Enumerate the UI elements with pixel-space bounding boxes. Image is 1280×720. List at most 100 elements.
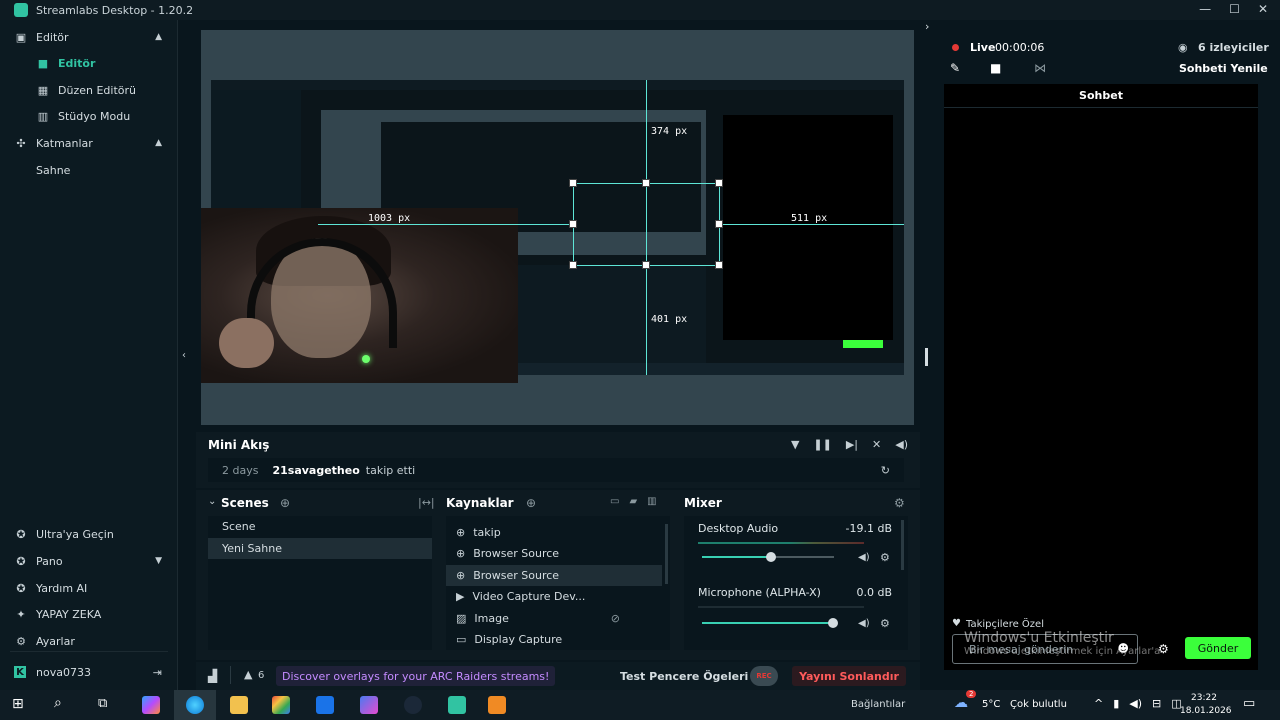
scene-item-selected[interactable]: Yeni Sahne bbox=[208, 538, 432, 559]
sidebar-item-editor[interactable]: ■ Editör bbox=[0, 50, 178, 76]
mixer-settings-icon[interactable]: ⚙ bbox=[894, 496, 905, 510]
clock-date[interactable]: 18.01.2026 bbox=[1180, 706, 1232, 716]
scene-transition-icon[interactable]: |↔| bbox=[418, 496, 435, 509]
outlook-icon[interactable] bbox=[316, 696, 334, 714]
source-item-selected[interactable]: ⊕ Browser Source bbox=[446, 565, 662, 586]
connections-label[interactable]: Bağlantılar bbox=[851, 699, 905, 710]
resize-handle[interactable] bbox=[642, 179, 650, 187]
edit-stream-icon[interactable]: ✎ bbox=[950, 61, 960, 75]
speaker-icon[interactable]: ◀) bbox=[858, 618, 870, 629]
alerts-icon[interactable]: ▲ bbox=[244, 668, 252, 681]
volume-slider-track[interactable] bbox=[772, 556, 834, 558]
copilot-icon[interactable] bbox=[142, 696, 160, 714]
source-item[interactable]: ⊕ takip bbox=[446, 522, 662, 543]
sidebar-user[interactable]: K nova0733 ⇥ bbox=[0, 659, 178, 685]
layers-section-header[interactable]: ✣ Katmanlar ▲ bbox=[0, 130, 178, 156]
volume-slider-knob[interactable] bbox=[828, 618, 838, 628]
add-group-icon[interactable]: ▭ bbox=[610, 496, 619, 507]
webcam-feed[interactable] bbox=[201, 208, 518, 383]
streamlabs-taskbar-icon[interactable] bbox=[448, 696, 466, 714]
steam-icon[interactable] bbox=[404, 696, 422, 714]
refresh-chat-button[interactable]: Sohbeti Yenile bbox=[1179, 62, 1268, 75]
close-icon[interactable]: ✕ bbox=[1258, 2, 1268, 16]
rec-button[interactable]: REC bbox=[750, 666, 778, 686]
weather-cloud-icon[interactable]: ☁ bbox=[954, 695, 968, 711]
mixer-channel-name: Desktop Audio bbox=[698, 522, 779, 535]
resize-handle[interactable] bbox=[569, 179, 577, 187]
repeat-icon[interactable]: ↻ bbox=[881, 464, 890, 477]
chevron-up-icon[interactable]: ▲ bbox=[155, 138, 162, 148]
camera-toggle-icon[interactable]: ■ bbox=[990, 61, 1001, 75]
sidebar-scene-item[interactable]: Sahne bbox=[0, 157, 178, 183]
resize-handle[interactable] bbox=[569, 220, 577, 228]
microsoft-store-icon[interactable] bbox=[272, 696, 290, 714]
volume-icon[interactable]: ◀) bbox=[895, 438, 908, 451]
expand-arrow-icon[interactable]: › bbox=[925, 20, 929, 33]
arc-raiders-icon[interactable] bbox=[488, 696, 506, 714]
scene-item[interactable]: Scene bbox=[208, 516, 432, 537]
mixer-scrollbar[interactable] bbox=[901, 520, 904, 570]
chevron-down-icon[interactable]: ▼ bbox=[155, 556, 162, 566]
sources-scrollbar[interactable] bbox=[665, 524, 668, 584]
collapse-arrow-icon[interactable]: ‹ bbox=[182, 350, 186, 361]
minimize-icon[interactable]: — bbox=[1199, 2, 1211, 16]
windows-start-icon[interactable]: ⊞ bbox=[12, 696, 24, 712]
test-widgets-button[interactable]: Test Pencere Ögeleri bbox=[620, 670, 748, 683]
file-explorer-icon[interactable] bbox=[230, 696, 248, 714]
mini-flow-controls: ▼ ❚❚ ▶| ✕ ◀) bbox=[791, 438, 908, 451]
mute-alerts-icon[interactable]: ✕ bbox=[872, 438, 881, 451]
logout-icon[interactable]: ⇥ bbox=[153, 666, 162, 679]
sidebar-item-ai[interactable]: ✦ YAPAY ZEKA bbox=[0, 601, 178, 627]
share-icon[interactable]: ⋈ bbox=[1034, 61, 1046, 75]
sidebar-item-layout-editor[interactable]: ▦ Düzen Editörü bbox=[0, 77, 178, 103]
volume-slider-knob[interactable] bbox=[766, 552, 776, 562]
sidebar-item-studio-mode[interactable]: ▥ Stüdyo Modu bbox=[0, 103, 178, 129]
maximize-icon[interactable]: ☐ bbox=[1229, 2, 1240, 16]
end-stream-button[interactable]: Yayını Sonlandır bbox=[792, 666, 906, 686]
measure-top: 374 px bbox=[651, 126, 688, 137]
resize-handle[interactable] bbox=[715, 220, 723, 228]
panel-resize-handle[interactable] bbox=[925, 348, 928, 366]
preview-canvas[interactable]: 374 px 1003 px 511 px 401 px bbox=[201, 30, 914, 425]
send-button[interactable]: Gönder bbox=[1185, 637, 1251, 659]
sidebar-item-dashboard[interactable]: ✪ Pano ▼ bbox=[0, 548, 178, 574]
speaker-tray-icon[interactable]: ◀) bbox=[1129, 697, 1142, 710]
chevron-up-icon[interactable]: ▲ bbox=[155, 32, 162, 42]
search-icon[interactable]: ⌕ bbox=[54, 695, 62, 711]
sidebar-item-help-ai[interactable]: ✪ Yardım AI bbox=[0, 575, 178, 601]
scenes-collapse-icon[interactable]: ⌄ bbox=[208, 496, 216, 507]
add-scene-icon[interactable]: ⊕ bbox=[280, 496, 290, 510]
app-icon[interactable] bbox=[360, 696, 378, 714]
edge-browser-icon[interactable] bbox=[186, 696, 204, 714]
skip-icon[interactable]: ▶| bbox=[846, 438, 858, 451]
network-icon[interactable]: ⊟ bbox=[1152, 697, 1161, 710]
tray-chevron-icon[interactable]: ^ bbox=[1094, 697, 1103, 710]
channel-settings-icon[interactable]: ⚙ bbox=[880, 617, 890, 630]
resize-handle[interactable] bbox=[569, 261, 577, 269]
source-item[interactable]: ▨ Image ⊘ bbox=[446, 608, 662, 629]
resize-handle[interactable] bbox=[715, 261, 723, 269]
globe-icon: ⊕ bbox=[456, 569, 466, 582]
clock-time[interactable]: 23:22 bbox=[1191, 693, 1217, 703]
source-item[interactable]: ▭ Display Capture bbox=[446, 629, 662, 650]
task-view-icon[interactable]: ⧉ bbox=[98, 696, 107, 711]
filter-icon[interactable]: ▼ bbox=[791, 438, 799, 451]
stats-icon[interactable]: ▟ bbox=[208, 669, 217, 683]
promo-banner[interactable]: Discover overlays for your ARC Raiders s… bbox=[276, 666, 556, 686]
resize-handle[interactable] bbox=[715, 179, 723, 187]
notifications-icon[interactable]: ▭ bbox=[1243, 696, 1255, 711]
microphone-icon[interactable]: ▮ bbox=[1113, 697, 1119, 710]
add-folder-icon[interactable]: ▰ bbox=[629, 496, 637, 507]
pause-icon[interactable]: ❚❚ bbox=[813, 438, 831, 451]
speaker-icon[interactable]: ◀) bbox=[858, 552, 870, 563]
sidebar-item-ultra[interactable]: ✪ Ultra'ya Geçin bbox=[0, 521, 178, 547]
source-item[interactable]: ▶ Video Capture Dev... bbox=[446, 586, 662, 607]
source-item[interactable]: ⊕ Browser Source bbox=[446, 543, 662, 564]
delete-source-icon[interactable]: ▥ bbox=[647, 496, 656, 507]
channel-settings-icon[interactable]: ⚙ bbox=[880, 551, 890, 564]
visibility-hidden-icon[interactable]: ⊘ bbox=[611, 612, 620, 625]
add-source-icon[interactable]: ⊕ bbox=[526, 496, 536, 510]
resize-handle[interactable] bbox=[642, 261, 650, 269]
sidebar-item-label: Ultra'ya Geçin bbox=[36, 527, 114, 541]
editor-section-header[interactable]: ▣ Editör ▲ bbox=[0, 24, 178, 50]
